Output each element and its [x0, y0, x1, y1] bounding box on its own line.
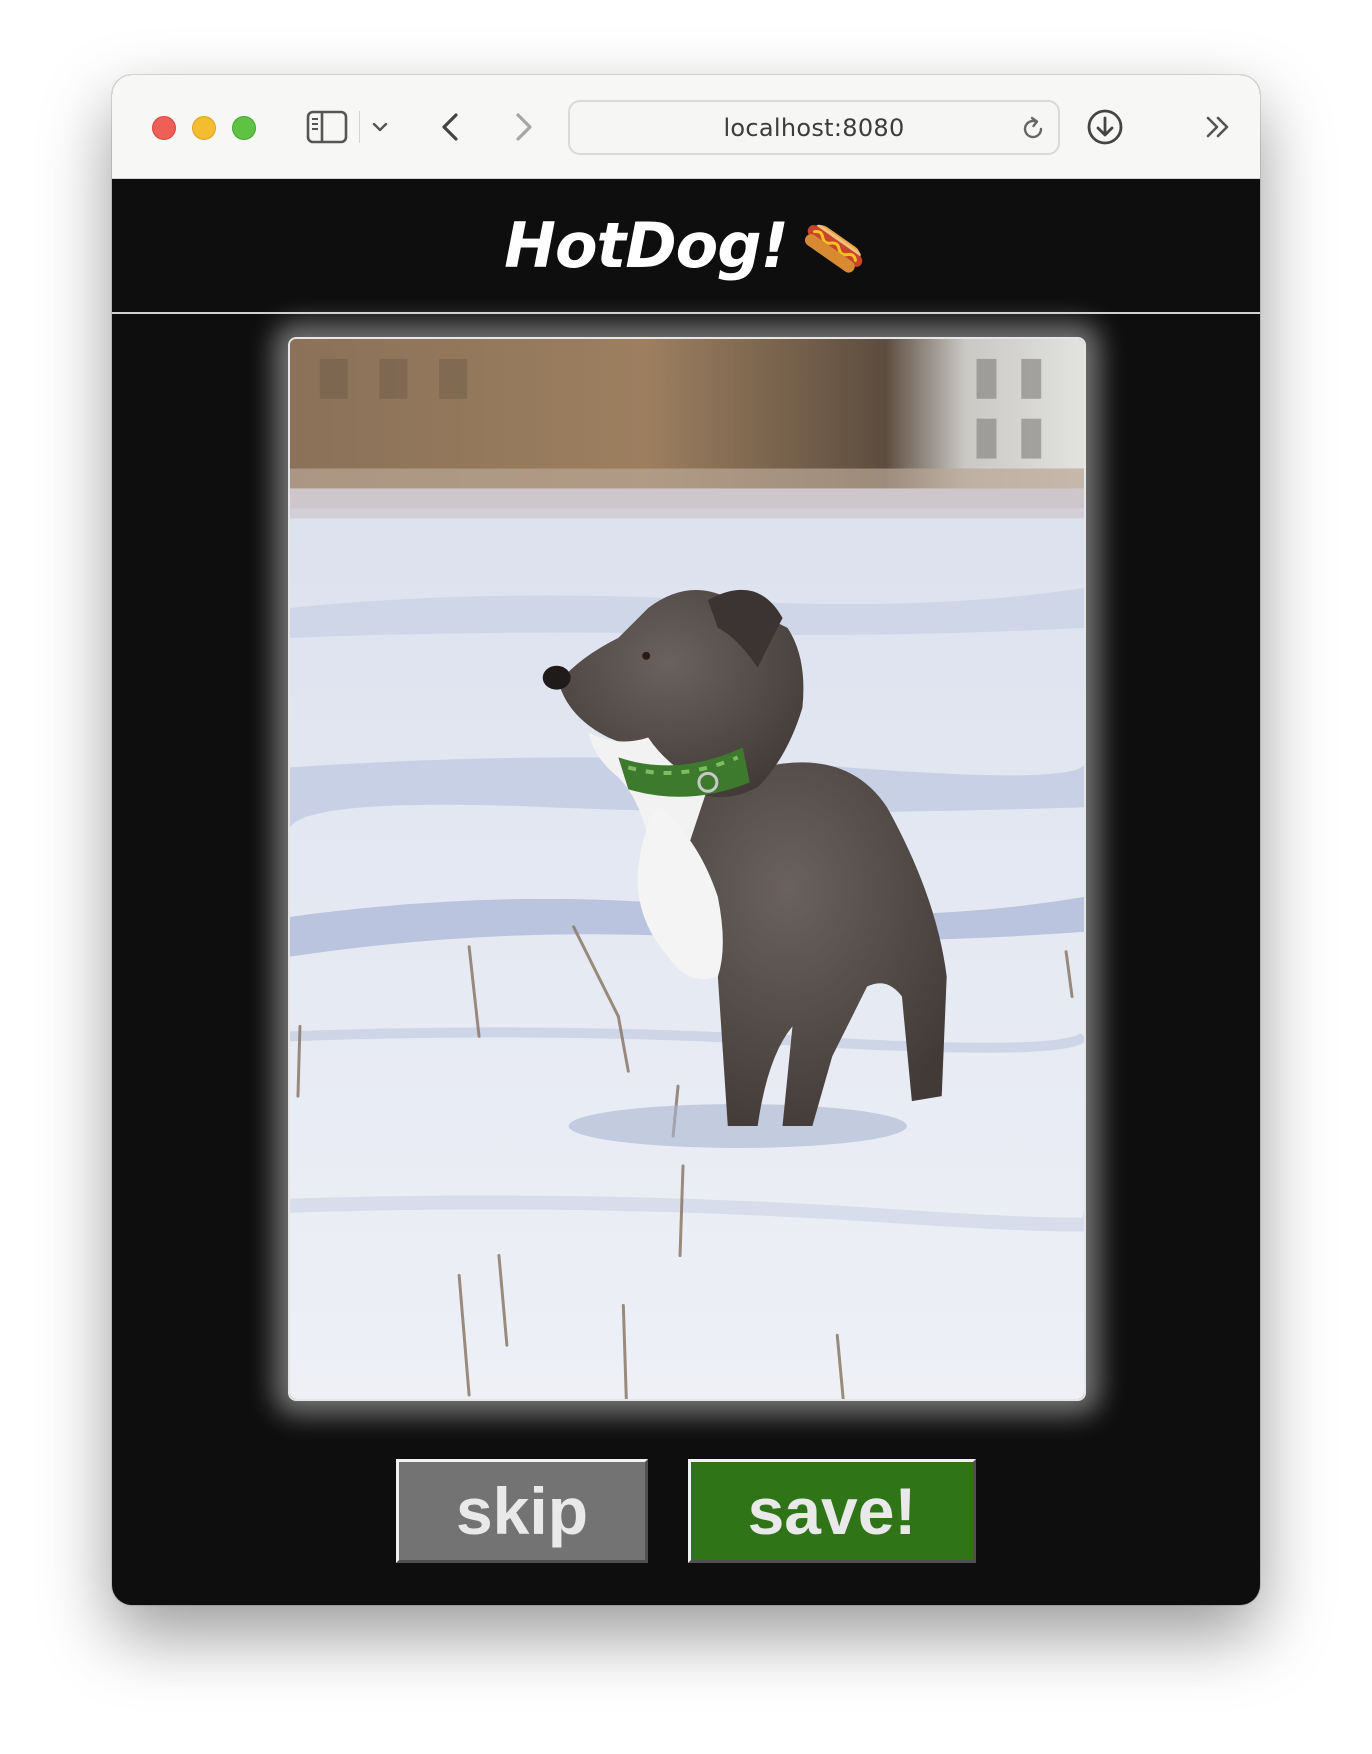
minimize-window-button[interactable] — [192, 116, 216, 140]
sidebar-icon[interactable] — [306, 110, 348, 144]
address-bar[interactable]: localhost:8080 — [568, 100, 1060, 155]
app-title: HotDog! — [504, 209, 789, 282]
hot-dog-icon — [802, 213, 868, 279]
skip-button[interactable]: skip — [396, 1459, 648, 1563]
save-button[interactable]: save! — [688, 1459, 976, 1563]
app-header: HotDog! — [112, 179, 1260, 314]
zoom-window-button[interactable] — [232, 116, 256, 140]
download-icon[interactable] — [1085, 107, 1125, 147]
more-icon[interactable] — [1202, 111, 1234, 143]
reload-icon[interactable] — [1018, 114, 1048, 144]
address-text: localhost:8080 — [723, 113, 905, 142]
forward-icon[interactable] — [504, 109, 540, 145]
dog-photo — [288, 337, 1086, 1401]
close-window-button[interactable] — [152, 116, 176, 140]
chevron-down-icon[interactable] — [370, 117, 390, 137]
back-icon[interactable] — [434, 109, 470, 145]
browser-window: localhost:8080 HotDog! skip save! — [112, 75, 1260, 1605]
toolbar-divider — [359, 111, 360, 143]
browser-toolbar: localhost:8080 — [112, 75, 1260, 179]
